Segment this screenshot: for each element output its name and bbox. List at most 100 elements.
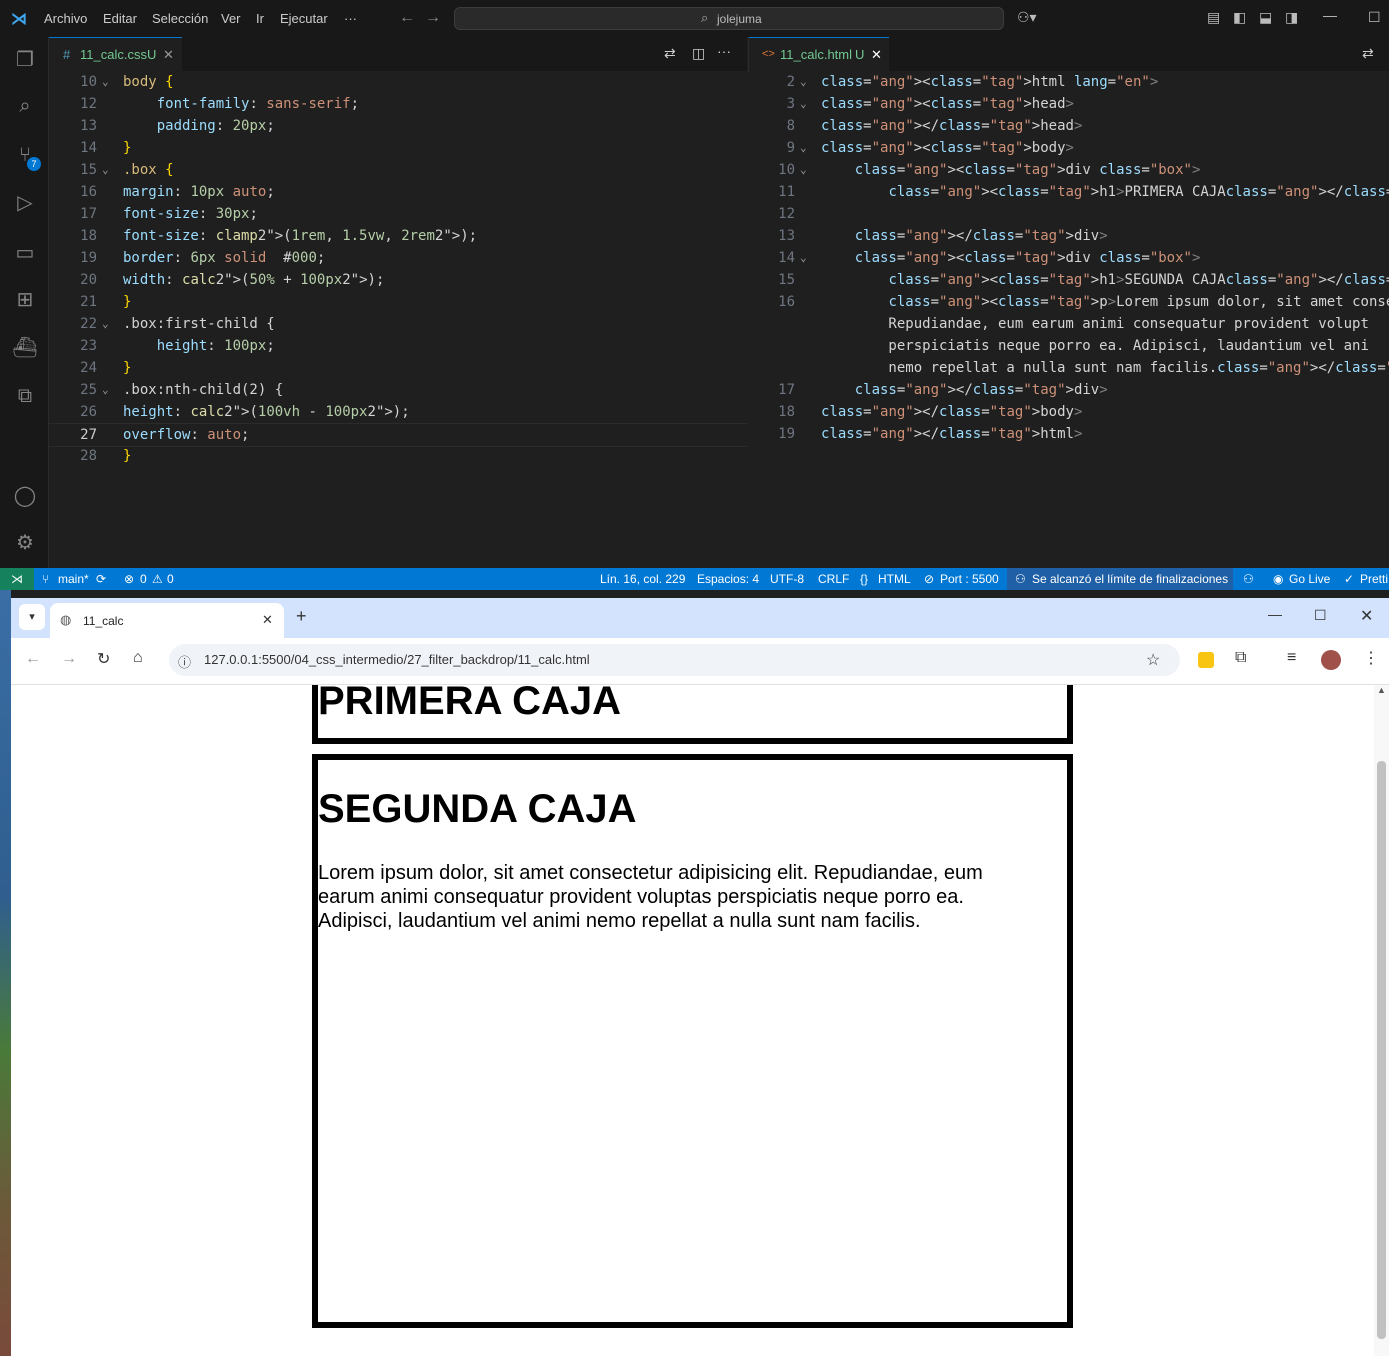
extensions-icon[interactable]: ⊞	[12, 287, 38, 313]
menu-ir[interactable]: Ir	[256, 11, 264, 26]
address-bar[interactable]: ⓘ 127.0.0.1:5500/04_css_intermedio/27_fi…	[169, 644, 1180, 676]
remote-explorer-icon[interactable]: ▭	[12, 240, 38, 266]
search-icon[interactable]: ⌕	[12, 93, 38, 119]
language-mode[interactable]: HTML	[878, 572, 911, 586]
live-share-icon[interactable]: ⧉	[12, 383, 38, 409]
close-icon[interactable]: ✕	[871, 38, 882, 71]
code-line[interactable]: 15 ⌄ .box {	[49, 159, 747, 181]
bookmark-star-icon[interactable]: ☆	[1146, 650, 1160, 670]
warnings-count[interactable]: 0	[167, 572, 174, 586]
live-server-port[interactable]: Port : 5500	[940, 572, 999, 586]
code-line[interactable]: 24}	[49, 357, 747, 379]
code-line[interactable]: 16 class="ang"><class="tag">p>Lorem ipsu…	[749, 291, 1389, 313]
menu-archivo[interactable]: Archivo	[44, 11, 87, 26]
sync-icon[interactable]: ⟳	[96, 572, 106, 586]
code-line[interactable]: 10 ⌄ body {	[49, 71, 747, 93]
code-line[interactable]: 21}	[49, 291, 747, 313]
code-line[interactable]: 17 class="ang"></class="tag">div>	[749, 379, 1389, 401]
code-line[interactable]: 2 ⌄ class="ang"><class="tag">html lang="en…	[749, 71, 1389, 93]
prettier[interactable]: Pretti	[1360, 572, 1388, 586]
toggle-sidebar-icon[interactable]: ◧	[1233, 9, 1246, 26]
media-controls-icon[interactable]: ≡	[1287, 649, 1296, 667]
code-line[interactable]: 23 height: 100px;	[49, 335, 747, 357]
tab-search-button[interactable]: ▾	[19, 604, 45, 630]
toggle-panel-icon[interactable]: ⬓	[1259, 9, 1272, 26]
more-actions-icon[interactable]: ···	[717, 43, 731, 59]
explorer-icon[interactable]: ❐	[12, 47, 38, 73]
forward-arrow-icon[interactable]: →	[61, 650, 77, 668]
menu-seleccion[interactable]: Selección	[152, 11, 208, 26]
code-line[interactable]: 27 overflow: auto;	[49, 423, 747, 447]
fold-chevron-icon[interactable]: ⌄	[800, 159, 807, 181]
scroll-up-icon[interactable]: ▲	[1377, 685, 1386, 695]
encoding[interactable]: UTF-8	[770, 572, 804, 586]
close-window-icon[interactable]: ✕	[1360, 606, 1373, 626]
minimize-icon[interactable]: —	[1323, 7, 1337, 23]
tab-11-calc-html[interactable]: <> 11_calc.html U ✕	[749, 37, 889, 71]
code-line[interactable]: 14}	[49, 137, 747, 159]
command-center[interactable]: ⌕ jolejuma	[454, 7, 1004, 30]
code-line[interactable]: 20 width: calc2">(50% + 100px2">);	[49, 269, 747, 291]
accounts-icon[interactable]: ◯	[12, 483, 38, 509]
copilot-status[interactable]: ⚇ Se alcanzó el límite de finalizaciones	[1007, 568, 1233, 590]
code-line[interactable]: 13 padding: 20px;	[49, 115, 747, 137]
docker-icon[interactable]: ⛴	[12, 335, 38, 361]
maximize-icon[interactable]: ☐	[1314, 607, 1327, 624]
fold-chevron-icon[interactable]: ⌄	[102, 159, 109, 181]
fold-chevron-icon[interactable]: ⌄	[102, 71, 109, 93]
code-line[interactable]: 9 ⌄ class="ang"><class="tag">body>	[749, 137, 1389, 159]
code-line[interactable]: 8 class="ang"></class="tag">head>	[749, 115, 1389, 137]
fold-chevron-icon[interactable]: ⌄	[800, 247, 807, 269]
menu-ver[interactable]: Ver	[221, 11, 241, 26]
toggle-secondary-sidebar-icon[interactable]: ◨	[1285, 9, 1298, 26]
run-debug-icon[interactable]: ▷	[12, 190, 38, 216]
page-scrollbar[interactable]: ▲	[1374, 685, 1389, 1356]
copilot-icon[interactable]: ⚇	[1243, 572, 1254, 586]
minimize-icon[interactable]: —	[1268, 606, 1282, 622]
fold-chevron-icon[interactable]: ⌄	[800, 71, 807, 93]
extensions-puzzle-icon[interactable]: ⧉	[1235, 649, 1246, 667]
code-line[interactable]: 19 border: 6px solid #000;	[49, 247, 747, 269]
copilot-icon[interactable]: ⚇▾	[1017, 9, 1037, 26]
code-line[interactable]: 22 ⌄ .box:first-child {	[49, 313, 747, 335]
html-editor[interactable]: 2 ⌄ class="ang"><class="tag">html lang="en…	[749, 71, 1389, 568]
indentation[interactable]: Espacios: 4	[697, 572, 759, 586]
code-line[interactable]: 26 height: calc2">(100vh - 100px2">);	[49, 401, 747, 423]
close-icon[interactable]: ✕	[262, 612, 273, 628]
code-line[interactable]: 13 class="ang"></class="tag">div>	[749, 225, 1389, 247]
code-line[interactable]: 25 ⌄ .box:nth-child(2) {	[49, 379, 747, 401]
menu-ejecutar[interactable]: Ejecutar	[280, 11, 328, 26]
code-line[interactable]: nemo repellat a nulla sunt nam facilis.c…	[749, 357, 1389, 379]
code-line[interactable]: 18 class="ang"></class="tag">body>	[749, 401, 1389, 423]
go-live[interactable]: Go Live	[1289, 572, 1330, 586]
code-line[interactable]: perspiciatis neque porro ea. Adipisci, l…	[749, 335, 1389, 357]
menu-editar[interactable]: Editar	[103, 11, 137, 26]
code-line[interactable]: 28}	[49, 445, 747, 467]
tab-11-calc-css[interactable]: # 11_calc.css U ✕	[49, 37, 182, 71]
split-editor-icon[interactable]: ◫	[692, 45, 705, 62]
cursor-position[interactable]: Lín. 16, col. 229	[600, 572, 685, 586]
code-line[interactable]: 10 ⌄ class="ang"><class="tag">div class="…	[749, 159, 1389, 181]
code-line[interactable]: 11 class="ang"><class="tag">h1>PRIMERA C…	[749, 181, 1389, 203]
code-line[interactable]: 12	[749, 203, 1389, 225]
fold-chevron-icon[interactable]: ⌄	[800, 137, 807, 159]
forward-arrow-icon[interactable]: →	[425, 9, 441, 27]
code-line[interactable]: 18 font-size: clamp2">(1rem, 1.5vw, 2rem2…	[49, 225, 747, 247]
manage-gear-icon[interactable]: ⚙	[12, 530, 38, 556]
code-line[interactable]: 16 margin: 10px auto;	[49, 181, 747, 203]
code-line[interactable]: 19 class="ang"></class="tag">html>	[749, 423, 1389, 445]
compare-changes-icon[interactable]: ⇄	[1362, 45, 1374, 62]
code-line[interactable]: 15 class="ang"><class="tag">h1>SEGUNDA C…	[749, 269, 1389, 291]
chrome-menu-icon[interactable]: ⋮	[1363, 648, 1379, 668]
code-line[interactable]: Repudiandae, eum earum animi consequatur…	[749, 313, 1389, 335]
menu-more[interactable]: ···	[344, 11, 357, 26]
code-line[interactable]: 12 font-family: sans-serif;	[49, 93, 747, 115]
reload-icon[interactable]: ↻	[97, 649, 110, 669]
extension-icon[interactable]	[1198, 652, 1214, 668]
home-icon[interactable]: ⌂	[133, 649, 143, 667]
layout-customize-icon[interactable]: ▤	[1207, 9, 1220, 26]
avatar[interactable]	[1321, 650, 1341, 670]
code-line[interactable]: 3 ⌄ class="ang"><class="tag">head>	[749, 93, 1389, 115]
new-tab-icon[interactable]: +	[296, 606, 307, 627]
code-line[interactable]: 14 ⌄ class="ang"><class="tag">div class="…	[749, 247, 1389, 269]
